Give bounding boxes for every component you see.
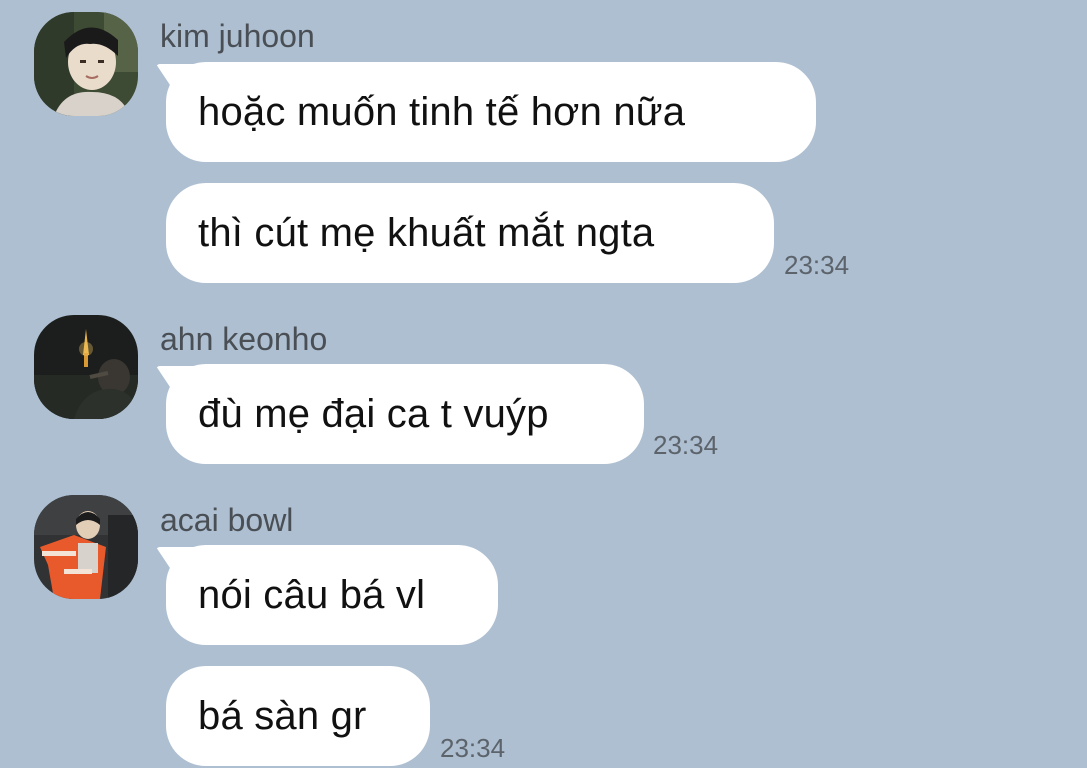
chat-message-list[interactable]: kim juhoon hoặc muốn tinh tế hơn nữa thì…	[0, 0, 1087, 768]
avatar-photo-ahn-keonho	[34, 315, 138, 419]
avatar[interactable]	[34, 315, 138, 419]
avatar[interactable]	[34, 495, 138, 599]
message-text: nói câu bá vl	[198, 572, 426, 617]
sender-name: kim juhoon	[160, 18, 315, 54]
avatar-photo-acai-bowl	[34, 495, 138, 599]
message-bubble[interactable]: đù mẹ đại ca t vuýp	[166, 364, 644, 464]
avatar[interactable]	[34, 12, 138, 116]
sender-name: ahn keonho	[160, 321, 328, 357]
message-timestamp: 23:34	[784, 250, 850, 280]
message-bubble[interactable]: hoặc muốn tinh tế hơn nữa	[166, 62, 816, 162]
avatar-photo-kim-juhoon	[34, 12, 138, 116]
message-timestamp: 23:34	[653, 430, 719, 460]
message-text: đù mẹ đại ca t vuýp	[198, 391, 549, 436]
message-timestamp: 23:34	[440, 733, 506, 763]
message-text: bá sàn gr	[198, 693, 367, 738]
message-bubble[interactable]: bá sàn gr	[166, 666, 430, 766]
message-bubble[interactable]: thì cút mẹ khuất mắt ngta	[166, 183, 774, 283]
message-text: thì cút mẹ khuất mắt ngta	[198, 210, 655, 255]
sender-name: acai bowl	[160, 502, 294, 538]
message-bubble[interactable]: nói câu bá vl	[166, 545, 498, 645]
message-text: hoặc muốn tinh tế hơn nữa	[198, 89, 686, 134]
